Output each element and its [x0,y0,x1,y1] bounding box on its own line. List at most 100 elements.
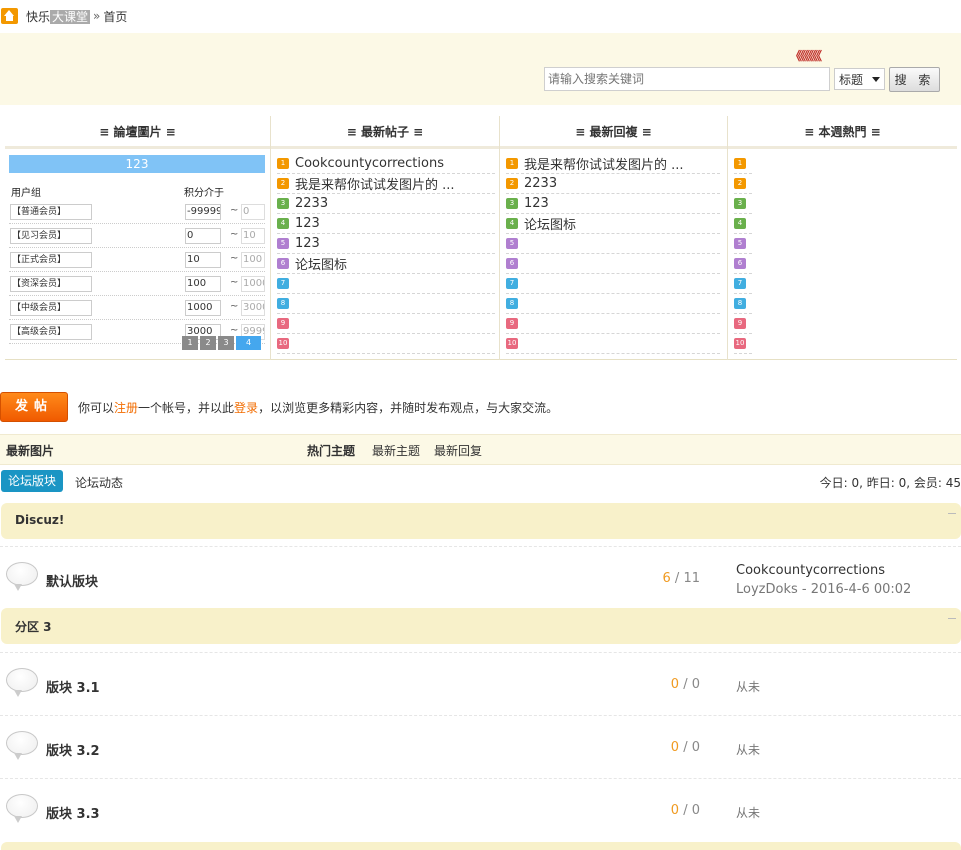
breadcrumb-current[interactable]: 首页 [103,8,127,25]
forum-counts: 0 / 0 [670,803,700,818]
member-row: 【普通会员】 -99999 ~ 0 [9,202,265,224]
list-item[interactable]: 6 [734,254,752,274]
new-post-button[interactable]: 发帖 [0,392,68,422]
list-item[interactable]: 2 2233 [506,174,720,194]
thread-count: 0 [670,677,680,692]
last-post-never: 从未 [736,806,761,820]
member-points-max: 0 [241,204,265,220]
latest-posts-list: 1 Cookcountycorrections 2 我是来帮你试试发图片的 ... 3 2… [277,154,495,354]
list-item[interactable]: 1 我是来帮你试试发图片的 ... [506,154,720,174]
list-item[interactable]: 4 论坛图标 [506,214,720,234]
list-item[interactable]: 10 [506,334,720,354]
list-item[interactable]: 8 [734,294,752,314]
list-item-title[interactable]: 123 [295,216,320,231]
tab-hot-threads[interactable]: 热门主题 [307,442,355,459]
list-item[interactable]: 7 [734,274,752,294]
tab-new-threads[interactable]: 最新主题 [372,442,420,459]
pager-page-3[interactable]: 3 [218,336,234,350]
tab-new-replies[interactable]: 最新回复 [434,442,482,459]
forum-name-link[interactable]: 默认版块 [46,571,98,590]
rank-number-icon: 9 [506,318,521,329]
list-item[interactable]: 8 [277,294,495,314]
home-icon[interactable] [1,8,18,24]
category-bar[interactable]: 分区 3 [1,608,961,644]
last-post-title-link[interactable]: Cookcountycorrections [736,561,911,580]
list-item[interactable]: 2 我是来帮你试试发图片的 ... [277,174,495,194]
breadcrumb-site-prefix[interactable]: 快乐 [26,10,50,24]
forum-counts: 0 / 0 [670,677,700,692]
list-item-title[interactable]: 123 [295,236,320,251]
list-item[interactable]: 1 [734,154,752,174]
member-group-name: 【中级会员】 [10,300,92,316]
breadcrumb-site-highlight[interactable]: 大课堂 [50,9,91,24]
member-group-name: 【普通会员】 [10,204,92,220]
list-item[interactable]: 7 [277,274,495,294]
forum-name-link[interactable]: 版块 3.1 [46,677,100,696]
collapse-icon[interactable] [948,513,956,514]
list-item-title[interactable]: 2233 [295,196,328,211]
panel-header-latest-posts[interactable]: ≡ 最新帖子 ≡ [271,116,499,149]
forum-name-link[interactable]: 版块 3.2 [46,740,100,759]
list-item-title[interactable]: 我是来帮你试试发图片的 ... [295,174,455,193]
panel-header-images[interactable]: ≡ 論壇圖片 ≡ [5,116,270,149]
pager-page-4[interactable]: 4 [236,336,261,350]
list-item-title[interactable]: 论坛图标 [524,214,576,233]
rank-number-icon: 4 [277,218,292,229]
forum-row: 默认版块 6 / 11 Cookcountycorrections LoyzDo… [0,556,961,616]
tab-forum-activity[interactable]: 论坛动态 [75,474,123,491]
post-bar: 发帖 你可以注册一个帐号，并以此登录，以浏览更多精彩内容，并随时发布观点，与大家… [0,392,961,422]
list-item[interactable]: 5 [734,234,752,254]
rank-number-icon: 6 [506,258,521,269]
member-tab-banner[interactable]: 123 [9,155,265,173]
list-item-title[interactable]: 论坛图标 [295,254,347,273]
collapse-icon[interactable] [948,618,956,619]
list-item[interactable]: 4 123 [277,214,495,234]
panel-header-latest-replies[interactable]: ≡ 最新回複 ≡ [500,116,727,149]
list-item[interactable]: 6 [506,254,720,274]
breadcrumb-site[interactable]: 快乐 大课堂 [26,8,91,25]
chevron-down-icon [872,77,880,82]
search-button[interactable]: 搜 索 [889,67,940,92]
portal-panel: ≡ 論壇圖片 ≡ ≡ 最新帖子 ≡ ≡ 最新回複 ≡ ≡ 本週熱門 ≡ 123 … [5,116,957,360]
login-link[interactable]: 登录 [234,401,258,415]
category-bar[interactable] [1,842,961,850]
range-tilde: ~ [230,205,239,216]
tab-forum-sections[interactable]: 论坛版块 [1,470,63,492]
list-item[interactable]: 10 [277,334,495,354]
list-item[interactable]: 6 论坛图标 [277,254,495,274]
list-item[interactable]: 7 [506,274,720,294]
forum-bubble-icon [6,794,38,823]
list-item[interactable]: 3 [734,194,752,214]
list-item-title[interactable]: 我是来帮你试试发图片的 ... [524,154,684,173]
list-item[interactable]: 5 [506,234,720,254]
search-type-select[interactable]: 标题 [834,68,885,90]
category-title[interactable]: Discuz! [15,513,64,527]
category-bar[interactable]: Discuz! [1,503,961,539]
forum-name-link[interactable]: 版块 3.3 [46,803,100,822]
panel-header-weekly-hot[interactable]: ≡ 本週熱門 ≡ [728,116,957,149]
list-item[interactable]: 5 123 [277,234,495,254]
list-item[interactable]: 10 [734,334,752,354]
category-title[interactable]: 分区 3 [15,618,52,635]
list-item[interactable]: 9 [734,314,752,334]
post-count: 0 [691,803,700,818]
list-item-title[interactable]: 2233 [524,176,557,191]
list-item[interactable]: 9 [506,314,720,334]
member-table-head-group: 用户组 [11,188,41,199]
search-input[interactable] [544,67,830,91]
pager-page-1[interactable]: 1 [182,336,198,350]
list-item[interactable]: 1 Cookcountycorrections [277,154,495,174]
member-points-max: 10 [241,228,265,244]
list-item[interactable]: 9 [277,314,495,334]
list-item[interactable]: 3 123 [506,194,720,214]
last-post-meta[interactable]: LoyzDoks - 2016-4-6 00:02 [736,580,911,599]
list-item[interactable]: 8 [506,294,720,314]
list-item[interactable]: 2 [734,174,752,194]
pager-page-2[interactable]: 2 [200,336,216,350]
list-item-title[interactable]: 123 [524,196,549,211]
last-post: Cookcountycorrections LoyzDoks - 2016-4-… [736,561,911,599]
list-item[interactable]: 4 [734,214,752,234]
list-item[interactable]: 3 2233 [277,194,495,214]
list-item-title[interactable]: Cookcountycorrections [295,156,444,171]
register-link[interactable]: 注册 [114,401,138,415]
